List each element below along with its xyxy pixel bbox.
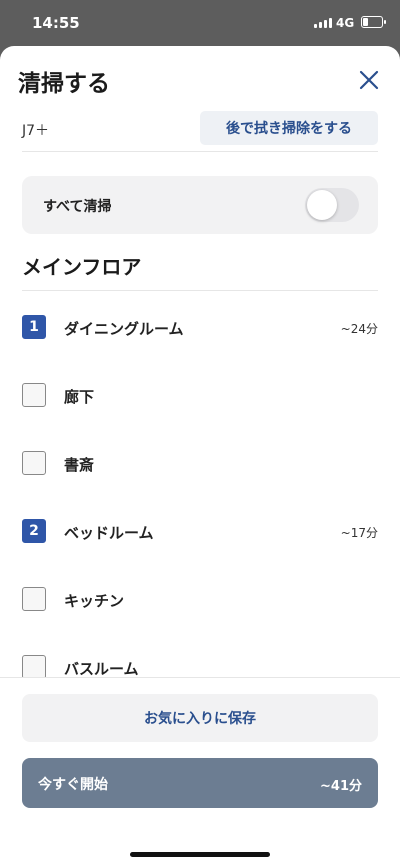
room-name: 書斎 (64, 456, 95, 474)
signal-icon (314, 18, 332, 28)
room-time: ~17分 (340, 526, 378, 540)
room-time: ~24分 (340, 322, 378, 336)
start-label: 今すぐ開始 (38, 777, 108, 793)
close-button[interactable] (357, 68, 381, 92)
room-row-hallway[interactable]: 廊下 (0, 370, 400, 422)
status-time: 14:55 (32, 14, 80, 32)
clean-all-toggle[interactable] (305, 188, 359, 222)
room-name: 廊下 (64, 388, 95, 406)
footer-divider (0, 677, 400, 678)
clean-sheet: 清掃する J7＋ 後で拭き掃除をする すべて清掃 メインフロア 1 ダイニングル… (0, 46, 400, 866)
estimated-time: ~41分 (320, 779, 362, 794)
home-indicator (130, 852, 270, 857)
divider (22, 151, 378, 152)
room-name: ベッドルーム (64, 524, 154, 542)
save-favorite-button[interactable]: お気に入りに保存 (22, 694, 378, 742)
room-checkbox[interactable] (22, 451, 46, 475)
close-icon (359, 70, 379, 90)
room-checkbox[interactable]: 1 (22, 315, 46, 339)
battery-icon (361, 16, 386, 28)
room-checkbox[interactable]: 2 (22, 519, 46, 543)
clean-all-label: すべて清掃 (43, 199, 112, 215)
clean-all-card: すべて清掃 (22, 176, 378, 234)
network-label: 4G (336, 16, 355, 30)
start-now-button[interactable]: 今すぐ開始 ~41分 (22, 758, 378, 808)
robot-model: J7＋ (22, 123, 50, 139)
room-row-kitchen[interactable]: キッチン (0, 574, 400, 626)
section-title: メインフロア (22, 255, 142, 279)
status-bar: 14:55 4G (0, 0, 400, 46)
toggle-knob (307, 190, 337, 220)
room-name: キッチン (64, 592, 125, 610)
room-list: 1 ダイニングルーム ~24分 廊下 書斎 2 ベッドルーム ~17分 キッチン… (0, 292, 400, 677)
room-row-dining[interactable]: 1 ダイニングルーム ~24分 (0, 302, 400, 354)
room-row-bathroom[interactable]: バスルーム (0, 642, 400, 677)
room-checkbox[interactable] (22, 383, 46, 407)
room-name: ダイニングルーム (64, 320, 184, 338)
room-name: バスルーム (64, 660, 139, 677)
room-row-bedroom[interactable]: 2 ベッドルーム ~17分 (0, 506, 400, 558)
mop-later-button[interactable]: 後で拭き掃除をする (200, 111, 378, 145)
room-checkbox[interactable] (22, 655, 46, 677)
room-checkbox[interactable] (22, 587, 46, 611)
divider (22, 290, 378, 291)
sheet-title: 清掃する (18, 71, 110, 97)
room-row-study[interactable]: 書斎 (0, 438, 400, 490)
